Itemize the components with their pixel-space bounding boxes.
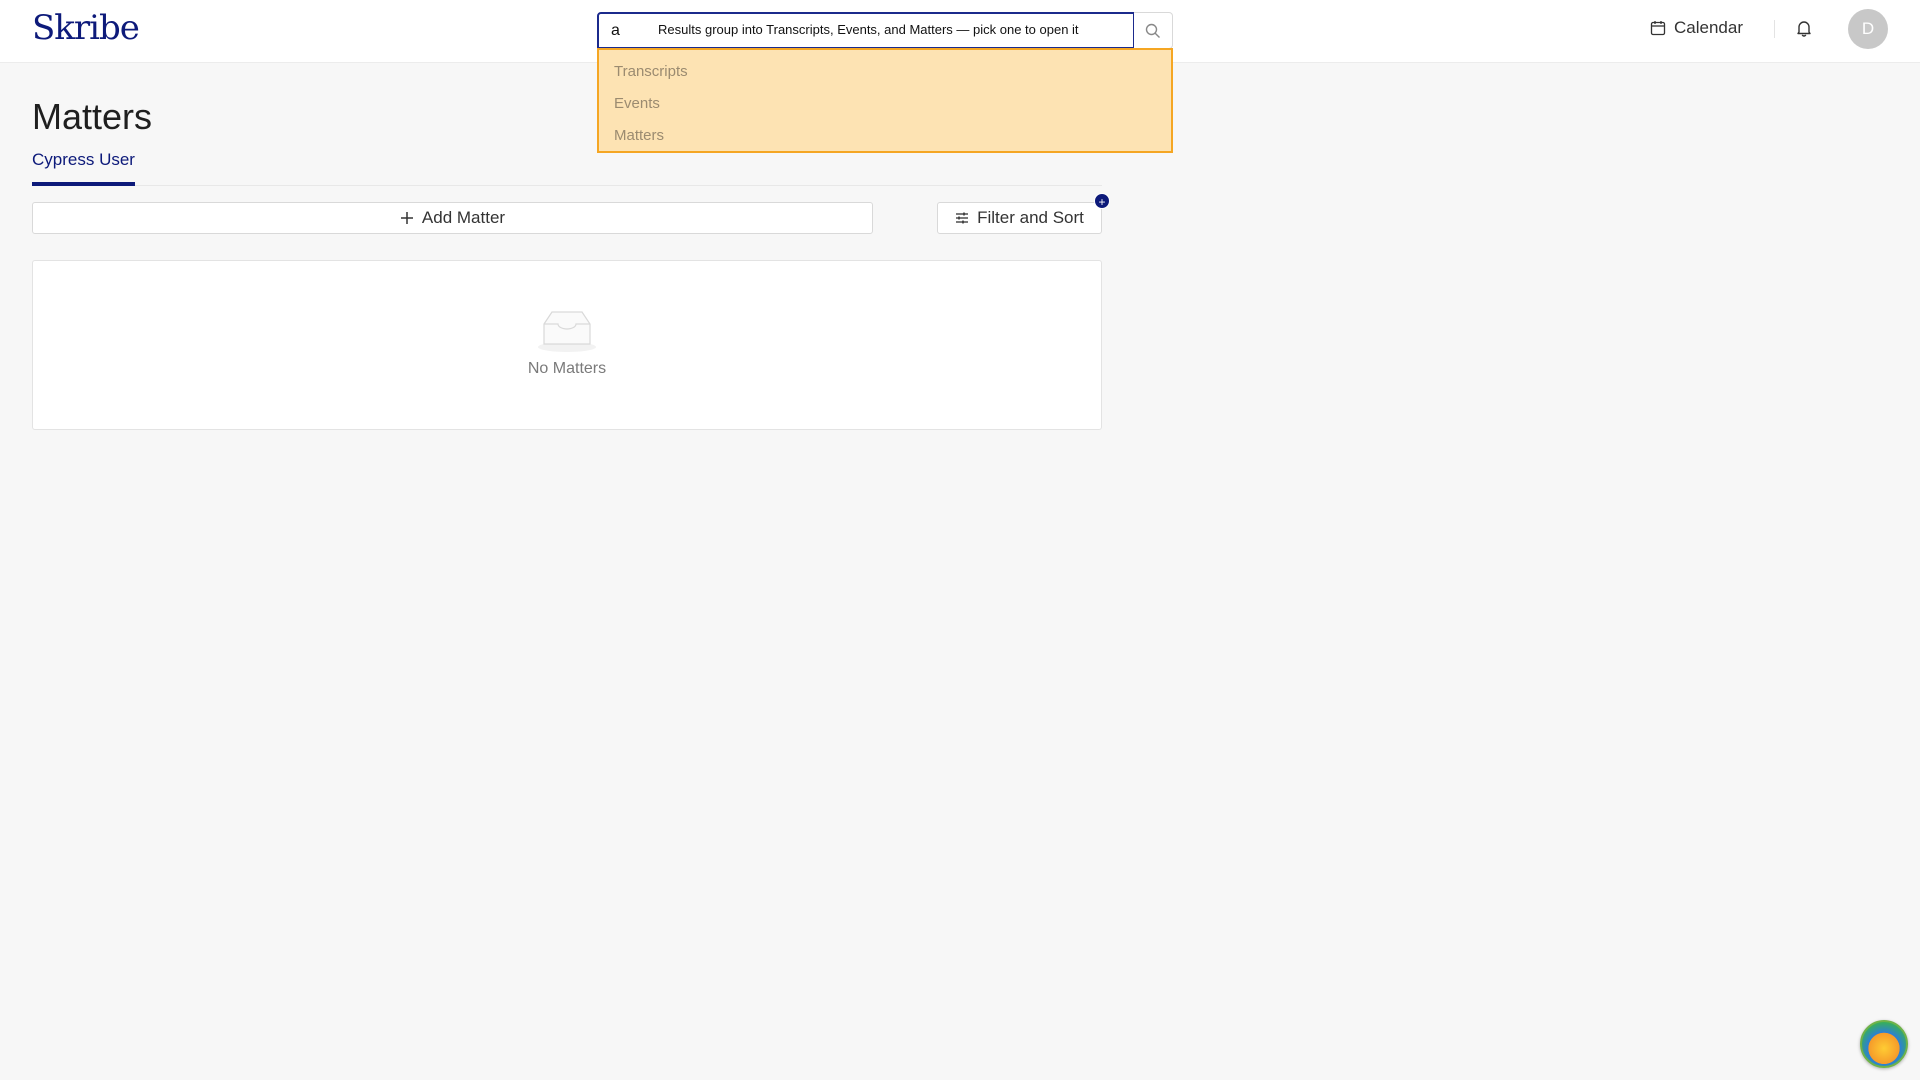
header-divider: [1774, 20, 1775, 38]
calendar-label: Calendar: [1674, 18, 1743, 37]
filter-badge: +: [1094, 193, 1110, 209]
sliders-icon: [956, 212, 969, 224]
skribe-logo[interactable]: Skribe: [32, 8, 140, 48]
dropdown-item-events[interactable]: Events: [599, 88, 1171, 120]
calendar-icon: [1650, 21, 1666, 36]
assistant-widget-icon[interactable]: [1860, 1020, 1908, 1068]
global-search: Results group into Transcripts, Events, …: [597, 12, 1173, 49]
tab-cypress-user[interactable]: Cypress User: [32, 150, 135, 186]
search-button[interactable]: [1134, 12, 1173, 49]
user-avatar[interactable]: D: [1848, 9, 1888, 49]
search-icon: [1145, 23, 1160, 38]
matters-empty-state: No Matters: [32, 260, 1102, 430]
add-matter-button[interactable]: Add Matter: [32, 202, 873, 234]
page-title: Matters: [32, 96, 153, 137]
plus-icon: [400, 212, 413, 224]
dropdown-item-transcripts[interactable]: Transcripts: [599, 56, 1171, 88]
notifications-button[interactable]: [1792, 16, 1816, 40]
filter-and-sort-label: Filter and Sort: [977, 208, 1084, 227]
filter-and-sort-button[interactable]: Filter and Sort: [937, 202, 1102, 234]
calendar-link[interactable]: Calendar: [1650, 16, 1743, 40]
dropdown-item-matters[interactable]: Matters: [599, 120, 1171, 152]
search-input[interactable]: [597, 12, 1135, 49]
empty-inbox-icon: [538, 311, 596, 352]
empty-state-text: No Matters: [527, 360, 607, 377]
add-matter-label: Add Matter: [421, 208, 506, 227]
user-tabs: Cypress User: [32, 150, 1102, 186]
bell-icon: [1797, 21, 1811, 37]
search-results-dropdown: Transcripts Events Matters: [597, 48, 1173, 153]
